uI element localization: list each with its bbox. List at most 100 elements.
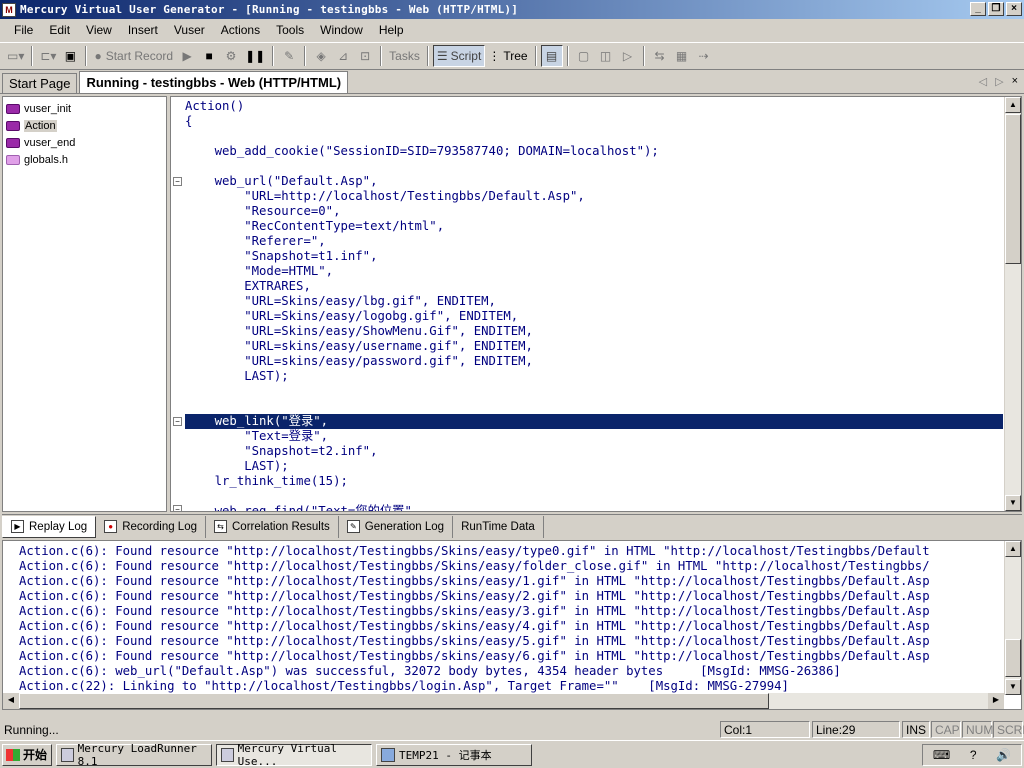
code-line[interactable]: "Mode=HTML", [185, 264, 1003, 279]
scroll-up-icon[interactable]: ▲ [1005, 541, 1021, 557]
pause-icon[interactable]: ❚❚ [242, 45, 268, 67]
tree-item-vuser-end[interactable]: vuser_end [3, 134, 166, 151]
code-line[interactable]: Action() [185, 99, 1003, 114]
scroll-thumb[interactable] [1005, 639, 1021, 677]
task-vugen[interactable]: Mercury Virtual Use... [216, 742, 372, 768]
replay-log-output[interactable]: Action.c(6): Found resource "http://loca… [2, 540, 1022, 710]
tab-prev-icon[interactable]: ◁ [979, 75, 987, 88]
code-line[interactable]: "Referer=", [185, 234, 1003, 249]
code-line[interactable]: web_reg_find("Text=您的位置" [185, 504, 1003, 511]
output-toggle-icon[interactable]: ▤ [540, 45, 563, 67]
tree-view-button[interactable]: ⋮ Tree [485, 45, 530, 67]
code-line[interactable]: "Snapshot=t1.inf", [185, 249, 1003, 264]
tab-start-page[interactable]: Start Page [2, 73, 78, 93]
code-line[interactable]: web_url("Default.Asp", [185, 174, 1003, 189]
code-line[interactable]: lr_think_time(15); [185, 474, 1003, 489]
tasks-button[interactable]: Tasks [386, 45, 423, 67]
menu-edit[interactable]: Edit [41, 23, 78, 37]
code-line[interactable]: LAST); [185, 369, 1003, 384]
task-loadrunner[interactable]: Mercury LoadRunner 8.1 [56, 742, 212, 768]
tab-generation-log[interactable]: ✎ Generation Log [339, 515, 454, 538]
close-button[interactable]: × [1006, 2, 1022, 16]
code-line[interactable]: "RecContentType=text/html", [185, 219, 1003, 234]
menu-insert[interactable]: Insert [120, 23, 166, 37]
menu-view[interactable]: View [78, 23, 120, 37]
wrench-icon[interactable]: ✎ [278, 45, 300, 67]
code-line[interactable] [185, 489, 1003, 504]
code-line[interactable]: "URL=Skins/easy/lbg.gif", ENDITEM, [185, 294, 1003, 309]
export-icon[interactable]: ⇢ [693, 45, 715, 67]
tab-recording-log[interactable]: ● Recording Log [96, 515, 206, 538]
menu-help[interactable]: Help [371, 23, 412, 37]
new-icon[interactable]: ▭▾ [4, 45, 27, 67]
compile-icon[interactable]: ⚙ [220, 45, 242, 67]
code-line[interactable]: web_add_cookie("SessionID=SID=793587740;… [185, 144, 1003, 159]
menu-tools[interactable]: Tools [268, 23, 312, 37]
code-line[interactable]: "URL=skins/easy/password.gif", ENDITEM, [185, 354, 1003, 369]
code-line[interactable]: "URL=skins/easy/username.gif", ENDITEM, [185, 339, 1003, 354]
tab-next-icon[interactable]: ▷ [995, 75, 1003, 88]
code-line[interactable] [185, 159, 1003, 174]
fold-toggle-icon[interactable]: − [173, 417, 182, 426]
script-view-button[interactable]: ☰ Script [432, 45, 486, 67]
stop-icon[interactable]: ■ [198, 45, 220, 67]
tree-item-vuser-init[interactable]: vuser_init [3, 100, 166, 117]
script-editor[interactable]: − − − Action(){ web_add_cookie("SessionI… [170, 96, 1022, 512]
start-record-button[interactable]: ● Start Record [91, 45, 176, 67]
menu-file[interactable]: File [6, 23, 41, 37]
tab-close-icon[interactable]: × [1012, 75, 1018, 88]
code-line[interactable]: "URL=http://localhost/Testingbbs/Default… [185, 189, 1003, 204]
keyboard-icon[interactable]: ⌨ [933, 748, 950, 762]
scroll-thumb[interactable] [1005, 114, 1021, 264]
save-icon[interactable]: ▣ [59, 45, 81, 67]
task-notepad[interactable]: TEMP21 - 记事本 [376, 743, 532, 766]
code-line[interactable] [185, 399, 1003, 414]
open-icon[interactable]: ⊏▾ [37, 45, 59, 67]
play-icon[interactable]: ▶ [176, 45, 198, 67]
code-line[interactable] [185, 384, 1003, 399]
menu-window[interactable]: Window [312, 23, 371, 37]
log-horizontal-scrollbar[interactable]: ◀ ▶ [3, 693, 1004, 709]
tab-running-script[interactable]: Running - testingbbs - Web (HTTP/HTML) [79, 71, 349, 93]
tab-correlation-results[interactable]: ⇆ Correlation Results [206, 515, 339, 538]
tree-item-globals[interactable]: globals.h [3, 151, 166, 168]
breakpoint-icon[interactable]: ◈ [310, 45, 332, 67]
code-line[interactable]: LAST); [185, 459, 1003, 474]
code-line[interactable]: web_link("登录", [185, 414, 1003, 429]
restore-button[interactable]: ❐ [988, 2, 1004, 16]
scroll-thumb[interactable] [19, 693, 769, 709]
tab-replay-log[interactable]: ▶ Replay Log [2, 515, 97, 538]
tab-runtime-data[interactable]: RunTime Data [453, 515, 544, 538]
code-line[interactable]: "Resource=0", [185, 204, 1003, 219]
log-vertical-scrollbar[interactable]: ▲ ▼ [1004, 541, 1021, 695]
code-line[interactable]: { [185, 114, 1003, 129]
minimize-button[interactable]: _ [970, 2, 986, 16]
snapshot-icon[interactable]: ▢ [573, 45, 595, 67]
code-line[interactable]: EXTRARES, [185, 279, 1003, 294]
code-line[interactable]: "URL=Skins/easy/ShowMenu.Gif", ENDITEM, [185, 324, 1003, 339]
fold-toggle-icon[interactable]: − [173, 177, 182, 186]
menu-actions[interactable]: Actions [213, 23, 268, 37]
scroll-left-icon[interactable]: ◀ [3, 693, 19, 709]
editor-vertical-scrollbar[interactable]: ▲ ▼ [1004, 97, 1021, 511]
menu-vuser[interactable]: Vuser [166, 23, 213, 37]
code-line[interactable]: "URL=Skins/easy/logobg.gif", ENDITEM, [185, 309, 1003, 324]
volume-icon[interactable]: 🔊 [996, 748, 1011, 762]
start-button[interactable]: 开始 [2, 743, 52, 766]
step-icon[interactable]: ⊿ [332, 45, 354, 67]
split-icon[interactable]: ◫ [595, 45, 617, 67]
code-line[interactable]: "Snapshot=t2.inf", [185, 444, 1003, 459]
grid-icon[interactable]: ▦ [671, 45, 693, 67]
tree-item-action[interactable]: Action [3, 117, 166, 134]
scroll-right-icon[interactable]: ▶ [988, 693, 1004, 709]
scroll-down-icon[interactable]: ▼ [1005, 679, 1021, 695]
scroll-down-icon[interactable]: ▼ [1005, 495, 1021, 511]
help-icon[interactable]: ? [970, 748, 977, 762]
scroll-up-icon[interactable]: ▲ [1005, 97, 1021, 113]
run-to-icon[interactable]: ⊡ [354, 45, 376, 67]
code-area[interactable]: Action(){ web_add_cookie("SessionID=SID=… [185, 99, 1003, 511]
panel-icon[interactable]: ▷ [617, 45, 639, 67]
code-line[interactable] [185, 129, 1003, 144]
fold-toggle-icon[interactable]: − [173, 505, 182, 511]
code-line[interactable]: "Text=登录", [185, 429, 1003, 444]
